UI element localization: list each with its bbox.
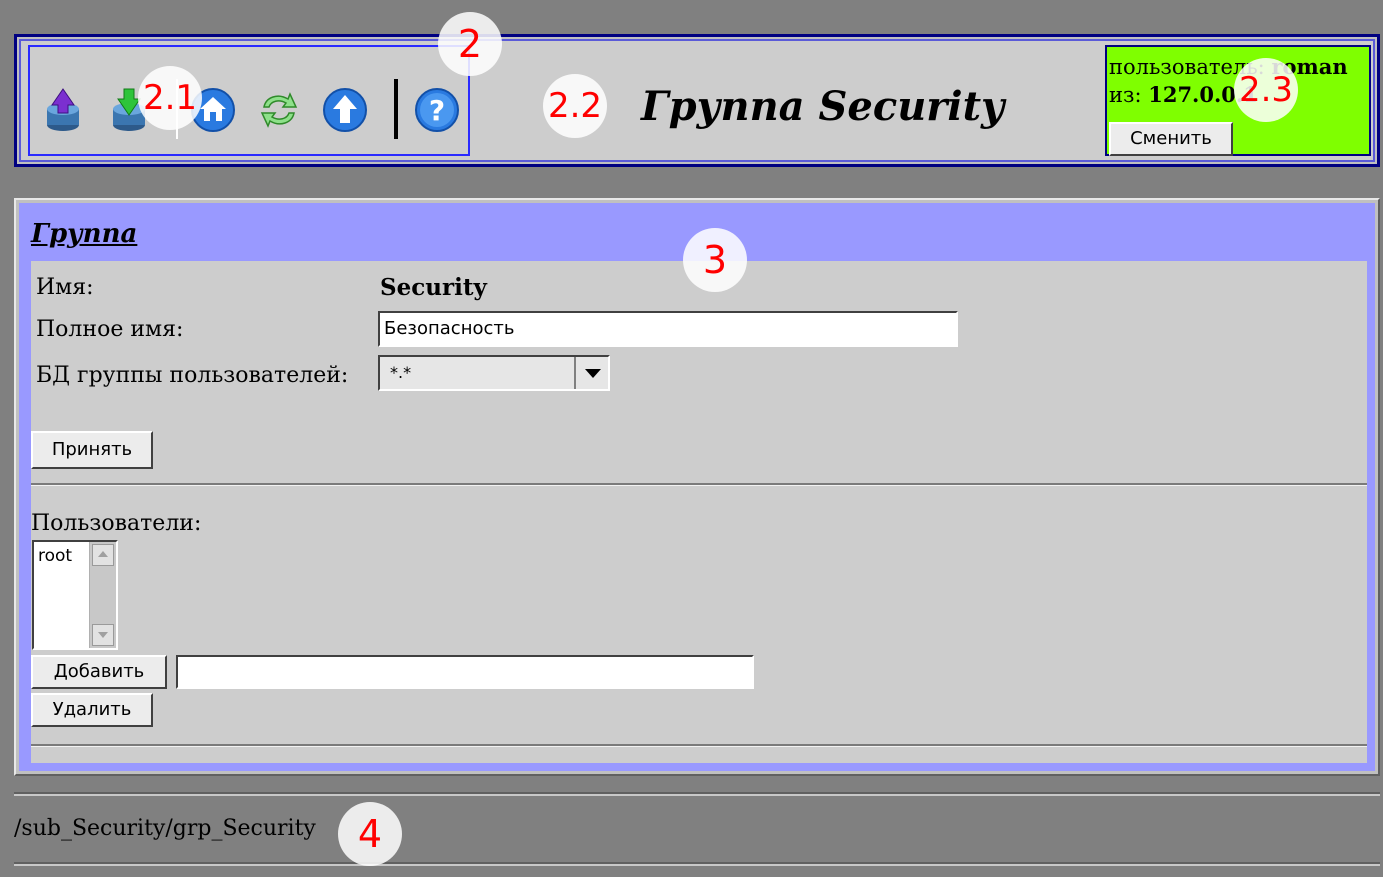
annotation-marker-2-1: 2.1 — [138, 66, 202, 130]
breadcrumb-path: /sub_Security/grp_Security — [14, 816, 316, 841]
toolbar-separator — [394, 79, 398, 139]
divider — [31, 483, 1367, 486]
name-label: Имя: — [36, 275, 94, 300]
user-db-label: БД группы пользователей: — [36, 363, 349, 388]
add-user-button[interactable]: Добавить — [31, 655, 167, 689]
user-db-value: *.* — [390, 363, 412, 382]
fullname-label: Полное имя: — [36, 317, 184, 342]
page-title: Группа Security — [641, 83, 1005, 130]
annotation-marker-2: 2 — [438, 12, 502, 76]
annotation-marker-3: 3 — [683, 228, 747, 292]
chevron-down-icon[interactable] — [574, 357, 608, 389]
listbox-scrollbar[interactable] — [89, 542, 116, 648]
scroll-down-icon[interactable] — [92, 624, 114, 646]
footer-divider-bottom — [14, 862, 1380, 866]
users-label: Пользователи: — [31, 511, 202, 536]
change-user-button[interactable]: Сменить — [1109, 122, 1233, 156]
refresh-icon[interactable] — [256, 87, 302, 133]
fullname-input[interactable]: Безопасность — [378, 311, 958, 347]
from-label: из: — [1109, 83, 1142, 107]
annotation-marker-2-2: 2.2 — [543, 74, 607, 138]
add-user-input[interactable] — [176, 655, 754, 689]
group-panel: Группа Имя: Security Полное имя: Безопас… — [19, 203, 1375, 771]
divider — [31, 744, 1367, 747]
panel-body: Имя: Security Полное имя: Безопасность Б… — [31, 261, 1367, 763]
header-inner: ? Группа Security пользователь: roman из… — [19, 39, 1375, 162]
footer-divider-top — [14, 792, 1380, 796]
name-value: Security — [380, 274, 487, 301]
toolbar: ? — [28, 45, 470, 156]
help-icon[interactable]: ? — [414, 87, 460, 133]
delete-user-button[interactable]: Удалить — [31, 693, 153, 727]
annotation-marker-4: 4 — [338, 802, 402, 866]
user-db-select[interactable]: *.* — [378, 355, 610, 391]
up-icon[interactable] — [322, 87, 368, 133]
accept-button[interactable]: Принять — [31, 431, 153, 469]
panel-title: Группа — [31, 219, 138, 249]
header-frame: ? Группа Security пользователь: roman из… — [14, 34, 1380, 167]
annotation-marker-2-3: 2.3 — [1234, 58, 1298, 122]
svg-text:?: ? — [429, 94, 445, 127]
users-listbox[interactable]: root — [32, 540, 118, 650]
scroll-up-icon[interactable] — [92, 544, 114, 566]
db-upload-icon[interactable] — [40, 87, 86, 133]
list-item[interactable]: root — [38, 546, 72, 566]
